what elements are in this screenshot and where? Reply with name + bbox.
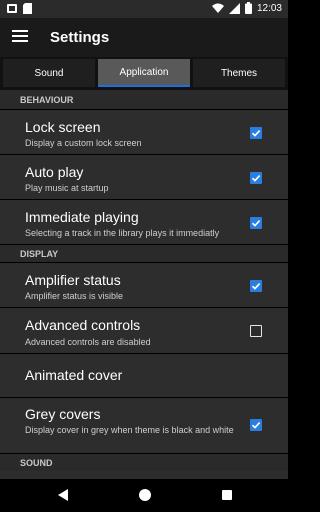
recent-apps-icon[interactable] [222,490,232,500]
battery-icon [244,2,252,14]
app-bar: Settings [0,18,288,57]
menu-icon[interactable] [12,30,28,44]
section-header-sound: SOUND [0,453,288,471]
signal-icon [228,2,240,14]
setting-summary: Play music at startup [25,183,109,193]
setting-immediate-playing[interactable]: Immediate playing Selecting a track in t… [0,199,288,244]
check-icon [251,283,261,290]
setting-summary: Display a custom lock screen [25,138,142,148]
section-header-display: DISPLAY [0,244,288,262]
tab-themes[interactable]: Themes [193,59,285,87]
notification-icon [7,4,17,13]
status-time: 12:03 [256,2,282,14]
setting-summary: Advanced controls are disabled [25,337,151,347]
check-icon [251,130,261,137]
tab-sound[interactable]: Sound [3,59,95,87]
setting-title: Auto play [25,164,84,180]
status-bar: 12:03 [0,0,288,18]
auto-play-checkbox[interactable] [250,172,262,184]
settings-list: BEHAVIOUR Lock screen Display a custom l… [0,90,288,479]
setting-grey-covers[interactable]: Grey covers Display cover in grey when t… [0,397,288,453]
setting-lock-screen[interactable]: Lock screen Display a custom lock screen [0,109,288,154]
setting-amplifier-status[interactable]: Amplifier status Amplifier status is vis… [0,262,288,307]
section-header-behaviour: BEHAVIOUR [0,90,288,109]
setting-title: Amplifier status [25,272,121,288]
setting-title: Immediate playing [25,209,139,225]
setting-summary: Display cover in grey when theme is blac… [25,425,234,435]
check-icon [251,175,261,182]
tab-application[interactable]: Application [98,59,190,87]
check-icon [251,422,261,429]
lock-screen-checkbox[interactable] [250,127,262,139]
sd-card-icon [23,3,32,14]
setting-auto-play[interactable]: Auto play Play music at startup [0,154,288,199]
setting-title: Grey covers [25,406,101,422]
home-icon[interactable] [139,489,151,501]
grey-covers-checkbox[interactable] [250,419,262,431]
setting-title: Advanced controls [25,317,141,333]
setting-summary: Amplifier status is visible [25,291,124,301]
setting-summary: Selecting a track in the library plays i… [25,228,220,238]
setting-title: Animated cover [25,367,123,383]
setting-title: Lock screen [25,119,101,135]
setting-animated-cover[interactable]: Animated cover [0,353,288,397]
setting-advanced-controls[interactable]: Advanced controls Advanced controls are … [0,307,288,353]
page-title: Settings [50,29,110,46]
tab-bar: Sound Application Themes [0,57,288,90]
amplifier-status-checkbox[interactable] [250,280,262,292]
immediate-playing-checkbox[interactable] [250,217,262,229]
navigation-bar [0,479,288,512]
advanced-controls-checkbox[interactable] [250,325,262,337]
back-icon[interactable] [58,489,68,501]
check-icon [251,220,261,227]
wifi-icon [211,3,224,13]
